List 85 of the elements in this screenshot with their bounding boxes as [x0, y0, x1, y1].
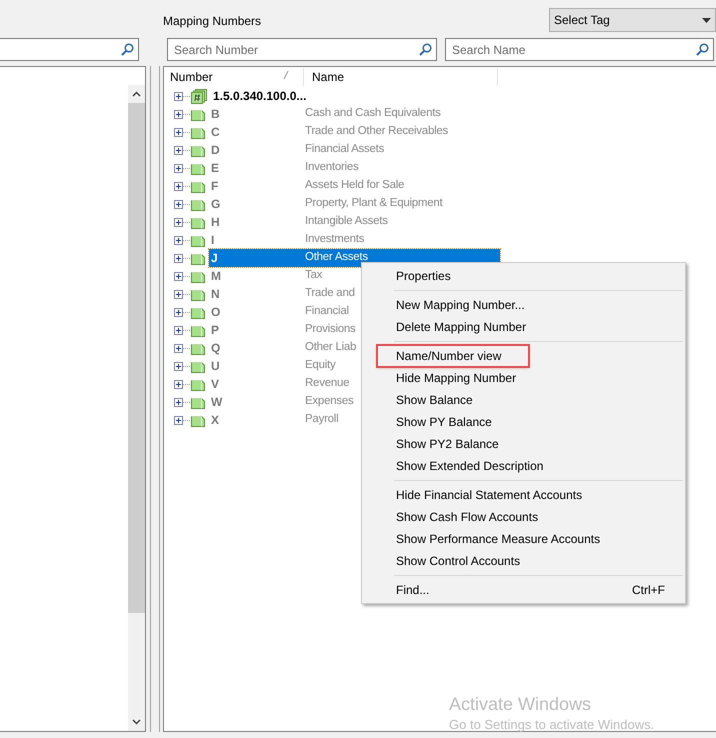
folder-icon: [191, 216, 205, 228]
expand-icon[interactable]: [174, 128, 183, 136]
search-icon[interactable]: [121, 43, 134, 56]
tree-row[interactable]: M Tax: [209, 267, 322, 285]
expand-icon[interactable]: [174, 254, 183, 262]
menu-item[interactable]: Show PY2 Balance: [362, 433, 685, 455]
folder-icon: [191, 288, 205, 300]
menu-item[interactable]: Name/Number view: [377, 345, 529, 367]
folder-icon: [191, 126, 205, 138]
expand-icon[interactable]: [174, 326, 183, 334]
tree-row[interactable]: 1.5.0.340.100.0...: [211, 87, 306, 105]
menu-item[interactable]: Delete Mapping Number: [362, 316, 685, 338]
search-field[interactable]: [0, 38, 139, 61]
folder-icon: [191, 342, 205, 354]
folder-icon: [191, 396, 205, 408]
menu-item[interactable]: Show Performance Measure Accounts: [362, 528, 685, 550]
tree-row[interactable]: I Investments: [209, 231, 364, 249]
menu-item[interactable]: Show Cash Flow Accounts: [362, 506, 685, 528]
tree-row[interactable]: X Payroll: [209, 411, 338, 429]
stacked-pages-icon: [191, 88, 207, 104]
menu-item[interactable]: Properties: [362, 265, 685, 287]
folder-icon: [191, 270, 205, 282]
menu-item[interactable]: Show Extended Description: [362, 455, 685, 477]
tree-row[interactable]: H Intangible Assets: [209, 213, 388, 231]
folder-icon: [191, 378, 205, 390]
search-icon[interactable]: [696, 43, 709, 56]
folder-icon: [191, 108, 205, 120]
menu-item[interactable]: Show Control Accounts: [362, 550, 685, 572]
activation-notice: Activate Windows Go to Settings to activate Windows.: [449, 693, 654, 734]
folder-icon: [191, 198, 205, 210]
tree-row[interactable]: D Financial Assets: [209, 141, 384, 159]
expand-icon[interactable]: [174, 416, 183, 424]
tag-dropdown[interactable]: Select Tag: [549, 8, 716, 32]
tree-row[interactable]: W Expenses: [209, 393, 354, 411]
folder-icon: [191, 180, 205, 192]
tree-row[interactable]: B Cash and Cash Equivalents: [209, 105, 441, 123]
menu-item[interactable]: Hide Financial Statement Accounts: [362, 484, 685, 506]
tree-row[interactable]: V Revenue: [209, 375, 350, 393]
folder-icon: [191, 162, 205, 174]
expand-icon[interactable]: [174, 218, 183, 226]
expand-icon[interactable]: [174, 398, 183, 406]
expand-icon[interactable]: [174, 308, 183, 316]
expand-icon[interactable]: [174, 290, 183, 298]
tree-row[interactable]: U Equity: [209, 357, 336, 375]
expand-icon[interactable]: [174, 182, 183, 190]
panel-title: Mapping Numbers: [163, 13, 262, 30]
menu-item[interactable]: New Mapping Number...: [362, 294, 685, 316]
expand-icon[interactable]: [174, 362, 183, 370]
tree-row[interactable]: P Provisions: [209, 321, 356, 339]
tree-row[interactable]: G Property, Plant & Equipment: [209, 195, 442, 213]
column-header[interactable]: Number: [164, 68, 304, 86]
tree-row[interactable]: Q Other Liab: [209, 339, 356, 357]
folder-icon: [191, 252, 205, 264]
folder-icon: [191, 324, 205, 336]
expand-icon[interactable]: [174, 110, 183, 118]
search-field[interactable]: Search Number: [167, 38, 437, 61]
search-icon[interactable]: [419, 43, 432, 56]
expand-icon[interactable]: [174, 200, 183, 208]
expand-icon[interactable]: [174, 164, 183, 172]
expand-icon[interactable]: [174, 236, 183, 244]
menu-item[interactable]: Find... Ctrl+F: [362, 579, 685, 601]
menu-item[interactable]: Hide Mapping Number: [362, 367, 685, 389]
caret-icon: [702, 18, 711, 22]
folder-icon: [191, 414, 205, 426]
menu-item[interactable]: Show Balance: [362, 389, 685, 411]
folder-icon: [191, 234, 205, 246]
expand-icon[interactable]: [174, 92, 183, 100]
column-header[interactable]: Name: [304, 68, 498, 86]
expand-icon[interactable]: [174, 272, 183, 280]
expand-icon[interactable]: [174, 380, 183, 388]
tree-row[interactable]: C Trade and Other Receivables: [209, 123, 448, 141]
scrollbar[interactable]: [128, 85, 145, 731]
menu-item[interactable]: Show PY Balance: [362, 411, 685, 433]
tree-row[interactable]: E Inventories: [209, 159, 359, 177]
tree-row[interactable]: N Trade and: [209, 285, 355, 303]
tree-row[interactable]: O Financial: [209, 303, 349, 321]
folder-icon: [191, 360, 205, 372]
search-field[interactable]: Search Name: [445, 38, 714, 61]
folder-icon: [191, 144, 205, 156]
sort-icon: [283, 71, 289, 79]
tree-row[interactable]: F Assets Held for Sale: [209, 177, 404, 195]
scrollbar-thumb[interactable]: [128, 103, 145, 613]
expand-icon[interactable]: [174, 146, 183, 154]
expand-icon[interactable]: [174, 344, 183, 352]
folder-icon: [191, 306, 205, 318]
